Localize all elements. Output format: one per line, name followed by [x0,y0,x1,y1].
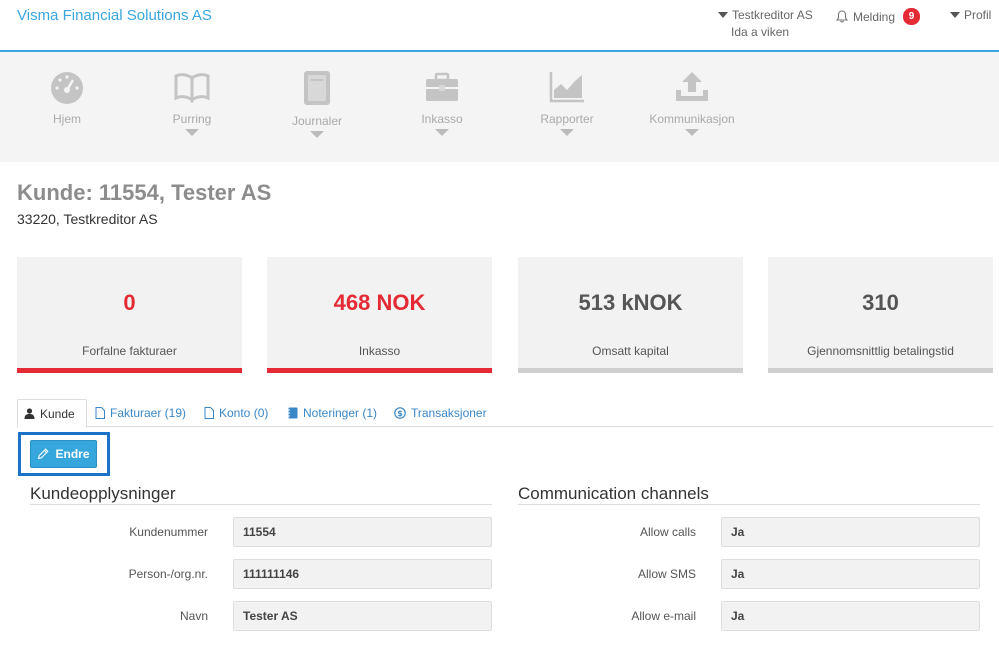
creditor-selector[interactable]: Testkreditor AS Ida a viken [718,8,813,39]
user-icon [24,408,35,419]
nav-label: Hjem [52,112,81,126]
kpi-card-omsatt[interactable]: 513 kNOK Omsatt kapital [518,257,743,373]
user-name: Ida a viken [731,25,790,39]
tab-noteringer[interactable]: Noteringer (1) [281,399,383,427]
area-chart-icon [549,72,584,103]
upload-icon [676,72,708,101]
kpi-label: Gjennomsnittlig betalingstid [807,344,954,358]
tab-label: Transaksjoner [411,406,487,420]
kpi-card-inkasso[interactable]: 468 NOK Inkasso [267,257,492,373]
book-icon [174,73,210,104]
field-label-orgnr: Person-/org.nr. [128,567,208,581]
field-label-allow-sms: Allow SMS [637,567,696,581]
tab-label: Konto (0) [219,406,269,420]
tab-konto[interactable]: Konto (0) [198,399,274,427]
top-bar: Visma Financial Solutions AS Testkredito… [0,0,999,52]
profile-label: Profil [964,8,992,22]
svg-text:$: $ [397,409,403,418]
dollar-icon: $ [394,407,406,419]
page-subtitle: 33220, Testkreditor AS [17,211,158,227]
tab-label: Fakturaer (19) [110,406,187,420]
pencil-icon [38,448,50,460]
nav-label: Journaler [291,114,343,128]
kpi-value: 0 [123,290,136,315]
caret-down-icon [560,129,574,136]
nav-item-purring[interactable]: Purring [142,70,242,136]
tab-label: Noteringer (1) [303,406,378,420]
nav-label: Kommunikasjon [649,112,735,126]
caret-down-icon [185,129,199,136]
nav-item-hjem[interactable]: Hjem [17,70,117,126]
melding-button[interactable]: Melding 9 [836,8,921,25]
nav-label: Inkasso [421,112,463,126]
tab-transaksjoner[interactable]: $ Transaksjoner [388,399,493,427]
field-label-allow-calls: Allow calls [639,525,696,539]
nav-item-journaler[interactable]: Journaler [267,70,367,138]
kpi-status-bar [17,368,242,373]
caret-down-icon [685,129,699,136]
caret-down-icon [950,12,960,18]
section-divider [518,504,980,505]
profile-menu[interactable]: Profil [950,8,991,22]
edit-button-label: Endre [55,447,90,461]
kpi-value: 513 kNOK [578,290,683,315]
caret-down-icon [718,12,728,18]
allow-calls-field[interactable]: Ja [721,517,980,547]
creditor-name: Testkreditor AS [732,8,813,22]
file-icon [95,407,105,419]
nav-item-kommunikasjon[interactable]: Kommunikasjon [642,70,742,136]
nav-item-inkasso[interactable]: Inkasso [392,70,492,136]
navn-field[interactable]: Tester AS [233,601,492,631]
nav-item-rapporter[interactable]: Rapporter [517,70,617,136]
kpi-value: 468 NOK [333,290,426,315]
melding-label: Melding [853,9,896,24]
file-icon [204,407,214,419]
tab-fakturaer[interactable]: Fakturaer (19) [89,399,192,427]
briefcase-icon [426,72,458,101]
kpi-status-bar [267,368,492,373]
tab-kunde[interactable]: Kunde [17,399,87,428]
allow-email-field[interactable]: Ja [721,601,980,631]
kpi-card-forfalne[interactable]: 0 Forfalne fakturaer [17,257,242,373]
nav-label: Purring [172,112,212,126]
notebook-icon [287,407,298,419]
dashboard-icon [51,72,83,104]
caret-down-icon [310,131,324,138]
section-title-customer: Kundeopplysninger [30,484,176,503]
tab-bar: Kunde Fakturaer (19) Konto (0) Noteringe… [17,399,993,428]
journal-icon [304,71,330,105]
kpi-label: Inkasso [358,344,401,358]
allow-sms-field[interactable]: Ja [721,559,980,589]
section-divider [30,504,492,505]
field-label-kundenummer: Kundenummer [129,525,208,539]
kpi-status-bar [768,368,993,373]
page-title: Kunde: 11554, Tester AS [17,180,272,205]
kpi-status-bar [518,368,743,373]
field-label-navn: Navn [179,609,208,623]
kundenummer-field[interactable]: 11554 [233,517,492,547]
edit-button[interactable]: Endre [30,440,97,468]
tab-label: Kunde [40,406,75,421]
kpi-value: 310 [862,290,899,315]
section-title-channels: Communication channels [518,484,709,503]
brand-name[interactable]: Visma Financial Solutions AS [17,7,212,24]
kpi-label: Omsatt kapital [592,344,669,358]
orgnr-field[interactable]: 111111146 [233,559,492,589]
kpi-label: Forfalne fakturaer [82,344,177,358]
melding-count-badge: 9 [903,8,921,25]
bell-icon [836,10,848,23]
nav-label: Rapporter [540,112,594,126]
field-label-allow-email: Allow e-mail [631,609,696,623]
kpi-card-betalingstid[interactable]: 310 Gjennomsnittlig betalingstid [768,257,993,373]
main-navigation: Hjem Purring Journaler Inkasso Rapporter… [0,52,999,162]
caret-down-icon [435,129,449,136]
